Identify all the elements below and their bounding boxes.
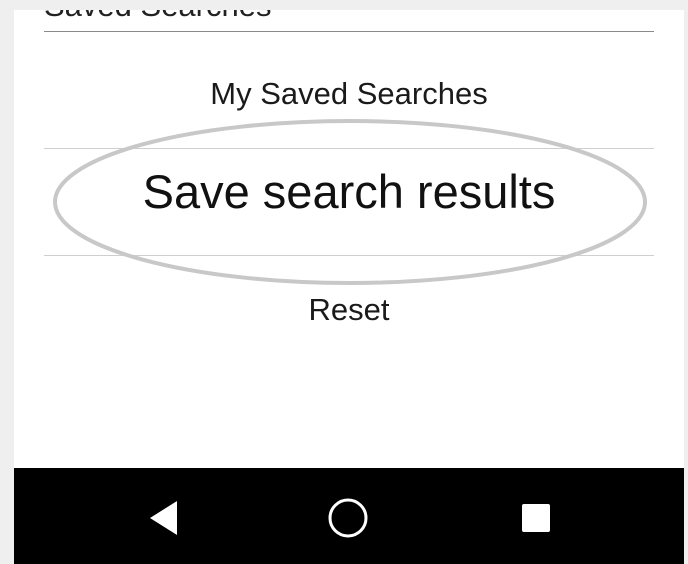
home-icon	[328, 498, 368, 538]
back-icon	[150, 501, 177, 535]
menu-item-reset[interactable]: Reset	[44, 292, 654, 328]
system-navigation-bar	[14, 468, 684, 564]
divider	[44, 255, 654, 256]
menu-item-save-search-results[interactable]: Save search results	[44, 164, 654, 219]
section-title: Saved Searches	[44, 10, 271, 24]
menu-item-my-saved-searches[interactable]: My Saved Searches	[44, 76, 654, 112]
recent-apps-button[interactable]	[508, 490, 564, 546]
home-button[interactable]	[320, 490, 376, 546]
phone-screen: Saved Searches My Saved Searches Save se…	[14, 10, 684, 564]
divider	[44, 148, 654, 149]
divider	[44, 31, 654, 32]
recent-apps-icon	[522, 504, 550, 532]
back-button[interactable]	[136, 490, 192, 546]
